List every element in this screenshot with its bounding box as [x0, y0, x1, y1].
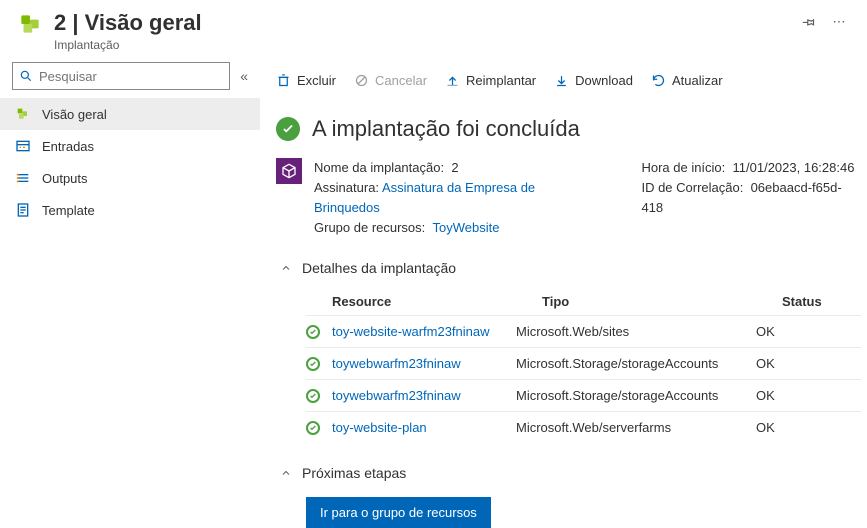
outputs-icon — [14, 169, 32, 187]
resource-link[interactable]: toy-website-warfm23fninaw — [332, 324, 490, 339]
details-section-toggle[interactable]: Detalhes da implantação — [276, 260, 861, 276]
cancel-button: Cancelar — [354, 73, 427, 88]
template-icon — [14, 201, 32, 219]
sidebar-item-label: Outputs — [42, 171, 88, 186]
sidebar-item-template[interactable]: Template — [0, 194, 260, 226]
go-to-resource-group-button[interactable]: Ir para o grupo de recursos — [306, 497, 491, 528]
download-button[interactable]: Download — [554, 73, 633, 88]
download-icon — [554, 73, 569, 88]
package-icon — [276, 158, 302, 184]
column-header-resource: Resource — [332, 294, 542, 309]
cubes-icon — [14, 105, 32, 123]
resource-status: OK — [756, 324, 861, 339]
resource-link[interactable]: toywebwarfm23fninaw — [332, 356, 461, 371]
status-ok-icon — [306, 421, 320, 435]
status-ok-icon — [306, 389, 320, 403]
status-title: A implantação foi concluída — [312, 116, 580, 142]
resource-group-label: Grupo de recursos: — [314, 220, 425, 235]
delete-button[interactable]: Excluir — [276, 73, 336, 88]
cancel-icon — [354, 73, 369, 88]
resource-row: toywebwarfm23fninaw Microsoft.Storage/sto… — [306, 347, 861, 379]
sidebar-item-label: Entradas — [42, 139, 94, 154]
success-badge — [276, 117, 300, 141]
resource-link[interactable]: toy-website-plan — [332, 420, 427, 435]
resource-row: toy-website-warfm23fninaw Microsoft.Web/s… — [306, 315, 861, 347]
resource-group-link[interactable]: ToyWebsite — [433, 220, 500, 235]
resource-status: OK — [756, 356, 861, 371]
column-header-type: Tipo — [542, 294, 782, 309]
redeploy-button[interactable]: Reimplantar — [445, 73, 536, 88]
search-box[interactable] — [12, 62, 230, 90]
sidebar-item-visão-geral[interactable]: Visão geral — [0, 98, 260, 130]
redeploy-icon — [445, 73, 460, 88]
deploy-name-label: Nome da implantação: — [314, 160, 444, 175]
start-time-label: Hora de início: — [641, 160, 725, 175]
resource-status: OK — [756, 420, 861, 435]
resource-type: Microsoft.Web/serverfarms — [516, 420, 756, 435]
search-icon — [19, 69, 33, 83]
resource-row: toywebwarfm23fninaw Microsoft.Storage/sto… — [306, 379, 861, 411]
correlation-id-label: ID de Correlação: — [641, 180, 743, 195]
refresh-button[interactable]: Atualizar — [651, 73, 723, 88]
status-ok-icon — [306, 357, 320, 371]
resource-type: Microsoft.Storage/storageAccounts — [516, 356, 756, 371]
chevron-up-icon — [276, 467, 296, 479]
resource-row: toy-website-plan Microsoft.Web/serverfarm… — [306, 411, 861, 443]
deploy-name-value: 2 — [451, 160, 458, 175]
search-input[interactable] — [33, 69, 223, 84]
collapse-sidebar-button[interactable]: « — [240, 68, 248, 84]
next-steps-section-toggle[interactable]: Próximas etapas — [276, 465, 861, 481]
resource-link[interactable]: toywebwarfm23fninaw — [332, 388, 461, 403]
subscription-label: Assinatura: — [314, 180, 379, 195]
resource-status: OK — [756, 388, 861, 403]
pin-button[interactable] — [797, 10, 821, 34]
status-ok-icon — [306, 325, 320, 339]
column-header-status: Status — [782, 294, 861, 309]
inputs-icon — [14, 137, 32, 155]
resource-type: Microsoft.Storage/storageAccounts — [516, 388, 756, 403]
sidebar-item-outputs[interactable]: Outputs — [0, 162, 260, 194]
page-subtitle: Implantação — [54, 38, 791, 52]
resource-type: Microsoft.Web/sites — [516, 324, 756, 339]
more-button[interactable]: ⋯ — [827, 10, 851, 34]
page-title: 2 | Visão geral — [54, 10, 791, 36]
sidebar-item-label: Visão geral — [42, 107, 107, 122]
chevron-up-icon — [276, 262, 296, 274]
delete-icon — [276, 73, 291, 88]
sidebar-item-label: Template — [42, 203, 95, 218]
refresh-icon — [651, 73, 666, 88]
deployment-icon — [16, 10, 44, 38]
sidebar-item-entradas[interactable]: Entradas — [0, 130, 260, 162]
start-time-value: 11/01/2023, 16:28:46 — [733, 160, 855, 175]
